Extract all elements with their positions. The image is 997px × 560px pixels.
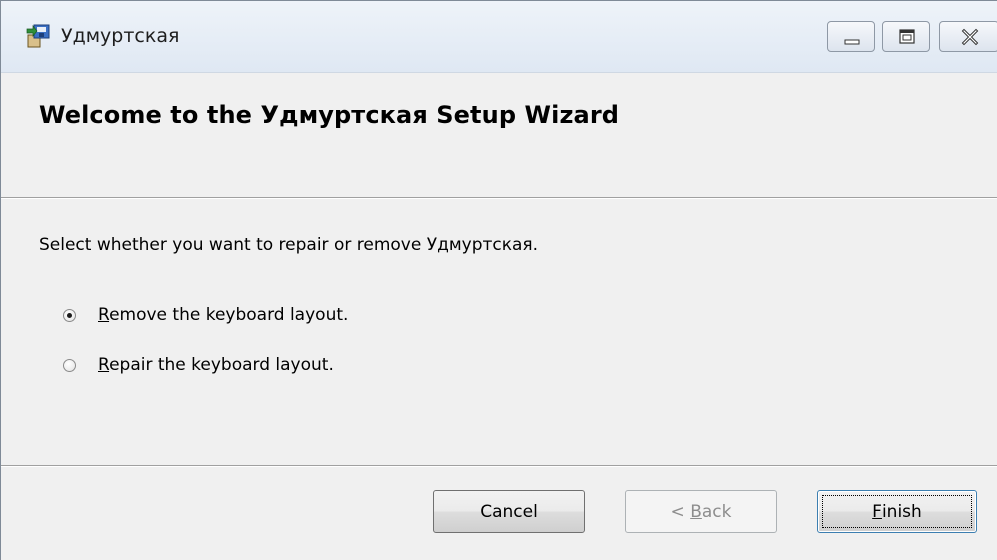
repair-layout-option[interactable]: Repair the keyboard layout. — [63, 352, 334, 378]
finish-button[interactable]: Finish — [817, 490, 977, 533]
back-button[interactable]: < Back — [625, 490, 777, 533]
wizard-header: Welcome to the Удмуртская Setup Wizard — [1, 73, 997, 197]
instruction-text: Select whether you want to repair or rem… — [39, 235, 539, 255]
repair-option-label[interactable]: Repair the keyboard layout. — [98, 355, 334, 375]
focus-indicator — [822, 495, 972, 528]
remove-radio-button[interactable] — [63, 308, 76, 322]
wizard-footer: Cancel < Back Finish — [1, 467, 997, 560]
close-icon — [961, 28, 979, 46]
remove-option-label[interactable]: Remove the keyboard layout. — [98, 305, 348, 325]
close-button[interactable] — [939, 21, 997, 52]
minimize-icon — [844, 39, 860, 45]
maximize-icon — [899, 29, 915, 44]
window-title: Удмуртская — [61, 25, 180, 47]
page-title: Welcome to the Удмуртская Setup Wizard — [39, 101, 620, 129]
title-bar[interactable]: Удмуртская — [1, 1, 997, 73]
installer-package-icon — [26, 24, 50, 48]
maximize-button[interactable] — [882, 21, 930, 52]
remove-layout-option[interactable]: Remove the keyboard layout. — [63, 302, 348, 328]
repair-radio-button[interactable] — [63, 358, 76, 372]
wizard-body: Select whether you want to repair or rem… — [1, 199, 997, 465]
minimize-button[interactable] — [827, 21, 875, 52]
cancel-button[interactable]: Cancel — [433, 490, 585, 533]
setup-wizard-window: Удмуртская Welcome to the Удмуртская Set… — [0, 0, 997, 560]
